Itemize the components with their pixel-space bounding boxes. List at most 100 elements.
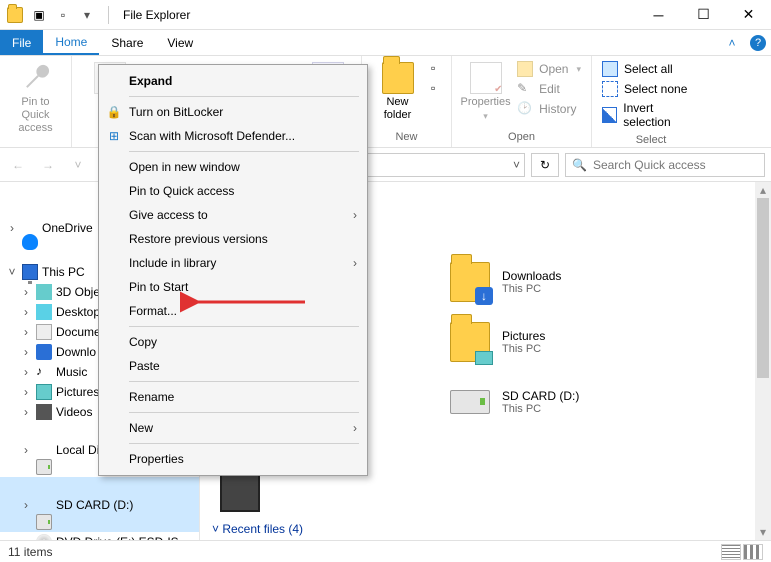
address-dropdown-icon[interactable]: ˅ xyxy=(513,158,520,172)
close-button[interactable]: ✕ xyxy=(726,0,771,30)
sd-card-icon xyxy=(36,514,52,530)
search-placeholder: Search Quick access xyxy=(593,158,706,172)
ribbon-group-new: New folder ▫ ▫ New xyxy=(362,56,452,147)
tile-pictures[interactable]: PicturesThis PC xyxy=(450,322,545,362)
annotation-arrow xyxy=(180,290,310,314)
select-none-icon xyxy=(602,81,618,97)
select-all-button[interactable]: Select all xyxy=(598,60,704,78)
easy-access-dropdown[interactable]: ▫ xyxy=(427,80,445,98)
pc-icon xyxy=(22,264,38,280)
ctx-pin-quick[interactable]: Pin to Quick access xyxy=(99,179,367,203)
pin-to-quick-access-button[interactable]: Pin to Quick access xyxy=(6,58,65,139)
properties-icon: ✔ xyxy=(470,62,502,94)
defender-icon: ⊞ xyxy=(105,127,123,145)
ribbon-group-select: Select all Select none Invert selection … xyxy=(592,56,710,147)
history-button[interactable]: 🕑History xyxy=(513,100,585,118)
ctx-bitlocker[interactable]: 🔒Turn on BitLocker xyxy=(99,100,367,124)
section-recent-files[interactable]: Recent files (4) xyxy=(212,522,303,536)
nav-dvd-drive[interactable]: ›DVD Drive (E:) ESD-IS xyxy=(0,532,199,540)
group-label-select: Select xyxy=(598,132,704,148)
ctx-give-access[interactable]: Give access to› xyxy=(99,203,367,227)
new-folder-icon xyxy=(382,62,414,94)
ctx-separator xyxy=(129,151,359,152)
ctx-separator xyxy=(129,96,359,97)
ctx-copy[interactable]: Copy xyxy=(99,330,367,354)
tile-sd-card[interactable]: SD CARD (D:)This PC xyxy=(450,382,579,422)
context-menu: Expand 🔒Turn on BitLocker ⊞Scan with Mic… xyxy=(98,64,368,476)
view-large-button[interactable] xyxy=(743,544,763,560)
content-scrollbar[interactable]: ▴ ▾ xyxy=(755,182,771,540)
qat-dropdown-icon[interactable]: ▾ xyxy=(76,4,98,26)
edit-button[interactable]: ✎Edit xyxy=(513,80,585,98)
status-item-count: 11 items xyxy=(8,545,52,559)
new-folder-button[interactable]: New folder xyxy=(368,58,427,126)
local-disk-icon xyxy=(36,459,52,475)
pin-label: Pin to Quick access xyxy=(8,96,63,135)
ctx-separator xyxy=(129,412,359,413)
submenu-arrow-icon: › xyxy=(353,421,357,435)
pin-icon xyxy=(13,55,58,100)
ctx-new[interactable]: New› xyxy=(99,416,367,440)
pictures-icon xyxy=(36,384,52,400)
view-details-button[interactable] xyxy=(721,544,741,560)
ctx-include-library[interactable]: Include in library› xyxy=(99,251,367,275)
ribbon-group-open: ✔ Properties ▾ Open▾ ✎Edit 🕑History Open xyxy=(452,56,592,147)
history-icon: 🕑 xyxy=(517,101,533,117)
divider xyxy=(108,6,109,24)
help-icon: ? xyxy=(750,35,766,51)
ctx-properties[interactable]: Properties xyxy=(99,447,367,471)
minimize-button[interactable]: ─ xyxy=(636,0,681,30)
desktop-icon xyxy=(36,304,52,320)
bitlocker-icon: 🔒 xyxy=(105,103,123,121)
submenu-arrow-icon: › xyxy=(353,208,357,222)
documents-icon xyxy=(36,324,52,340)
ctx-rename[interactable]: Rename xyxy=(99,385,367,409)
ctx-separator xyxy=(129,326,359,327)
qat-newfolder-icon[interactable]: ▫ xyxy=(52,4,74,26)
title-bar: ▣ ▫ ▾ File Explorer ─ ☐ ✕ xyxy=(0,0,771,30)
ctx-open-new-window[interactable]: Open in new window xyxy=(99,155,367,179)
ctx-defender[interactable]: ⊞Scan with Microsoft Defender... xyxy=(99,124,367,148)
tab-file[interactable]: File xyxy=(0,30,43,55)
search-icon: 🔍 xyxy=(572,158,587,172)
invert-selection-button[interactable]: Invert selection xyxy=(598,100,704,130)
music-icon: ♪ xyxy=(36,364,52,380)
drive-icon xyxy=(450,382,490,422)
ctx-restore-versions[interactable]: Restore previous versions xyxy=(99,227,367,251)
tile-videos-partial[interactable] xyxy=(220,472,260,512)
nav-sd-card[interactable]: ›SD CARD (D:) xyxy=(0,477,199,532)
search-box[interactable]: 🔍 Search Quick access xyxy=(565,153,765,177)
cloud-icon xyxy=(22,234,38,250)
new-item-dropdown[interactable]: ▫ xyxy=(427,60,445,78)
open-button[interactable]: Open▾ xyxy=(513,60,585,78)
videos-icon xyxy=(36,404,52,420)
objects3d-icon xyxy=(36,284,52,300)
ctx-separator xyxy=(129,381,359,382)
new-item-icon: ▫ xyxy=(431,61,441,77)
forward-button[interactable]: → xyxy=(36,153,60,177)
edit-icon: ✎ xyxy=(517,81,533,97)
tab-home[interactable]: Home xyxy=(43,30,99,55)
refresh-button[interactable]: ↻ xyxy=(531,153,559,177)
select-none-button[interactable]: Select none xyxy=(598,80,704,98)
folder-icon xyxy=(450,322,490,362)
properties-button[interactable]: ✔ Properties ▾ xyxy=(458,58,513,126)
back-button[interactable]: ← xyxy=(6,153,30,177)
easy-access-icon: ▫ xyxy=(431,81,441,97)
help-button[interactable]: ? xyxy=(745,30,771,55)
videos-tile-icon xyxy=(220,472,260,512)
quick-access-toolbar: ▣ ▫ ▾ xyxy=(0,4,102,26)
ribbon-group-clipboard-left: Pin to Quick access xyxy=(0,56,72,147)
tab-share[interactable]: Share xyxy=(99,30,155,55)
maximize-button[interactable]: ☐ xyxy=(681,0,726,30)
tile-downloads[interactable]: ↓ DownloadsThis PC xyxy=(450,262,561,302)
window-title: File Explorer xyxy=(115,8,198,22)
recent-locations-button[interactable]: ˅ xyxy=(66,153,90,177)
collapse-ribbon-icon[interactable]: ˄ xyxy=(719,30,745,55)
open-icon xyxy=(517,61,533,77)
ctx-paste[interactable]: Paste xyxy=(99,354,367,378)
status-bar: 11 items xyxy=(0,540,771,562)
qat-properties-icon[interactable]: ▣ xyxy=(28,4,50,26)
ctx-expand[interactable]: Expand xyxy=(99,69,367,93)
tab-view[interactable]: View xyxy=(155,30,205,55)
